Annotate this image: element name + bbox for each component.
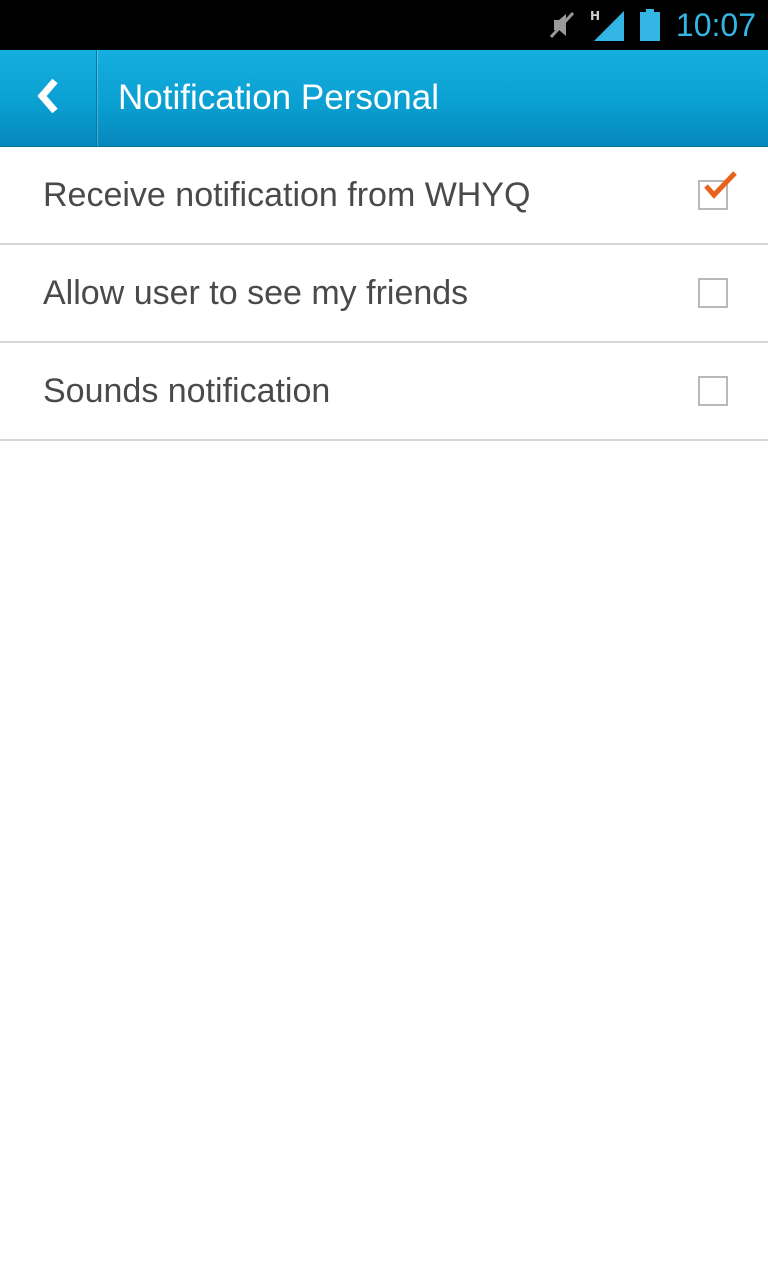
signal-icon: H	[590, 9, 626, 41]
receive-notification-checkbox[interactable]	[698, 171, 737, 210]
setting-label: Allow user to see my friends	[43, 274, 469, 312]
setting-row-sounds-notification[interactable]: Sounds notification	[0, 343, 768, 441]
clock: 10:07	[675, 6, 756, 43]
status-icons: H 10:07	[534, 0, 756, 50]
setting-row-receive-notification[interactable]: Receive notification from WHYQ	[0, 147, 768, 245]
action-bar: Notification Personal	[0, 50, 768, 147]
setting-label: Receive notification from WHYQ	[43, 176, 531, 214]
battery-icon	[639, 9, 660, 41]
page-title: Notification Personal	[118, 78, 439, 117]
chevron-left-icon	[33, 76, 63, 121]
back-button[interactable]	[0, 50, 96, 146]
checkmark-icon	[704, 171, 737, 199]
status-bar: H 10:07	[0, 0, 768, 50]
setting-row-allow-see-friends[interactable]: Allow user to see my friends	[0, 245, 768, 343]
allow-see-friends-checkbox[interactable]	[698, 278, 728, 308]
network-type-text: H	[590, 9, 600, 23]
header-divider	[96, 50, 97, 146]
sounds-notification-checkbox[interactable]	[698, 376, 728, 406]
setting-label: Sounds notification	[43, 372, 331, 410]
settings-list: Receive notification from WHYQ Allow use…	[0, 147, 768, 441]
mute-icon	[548, 10, 576, 40]
